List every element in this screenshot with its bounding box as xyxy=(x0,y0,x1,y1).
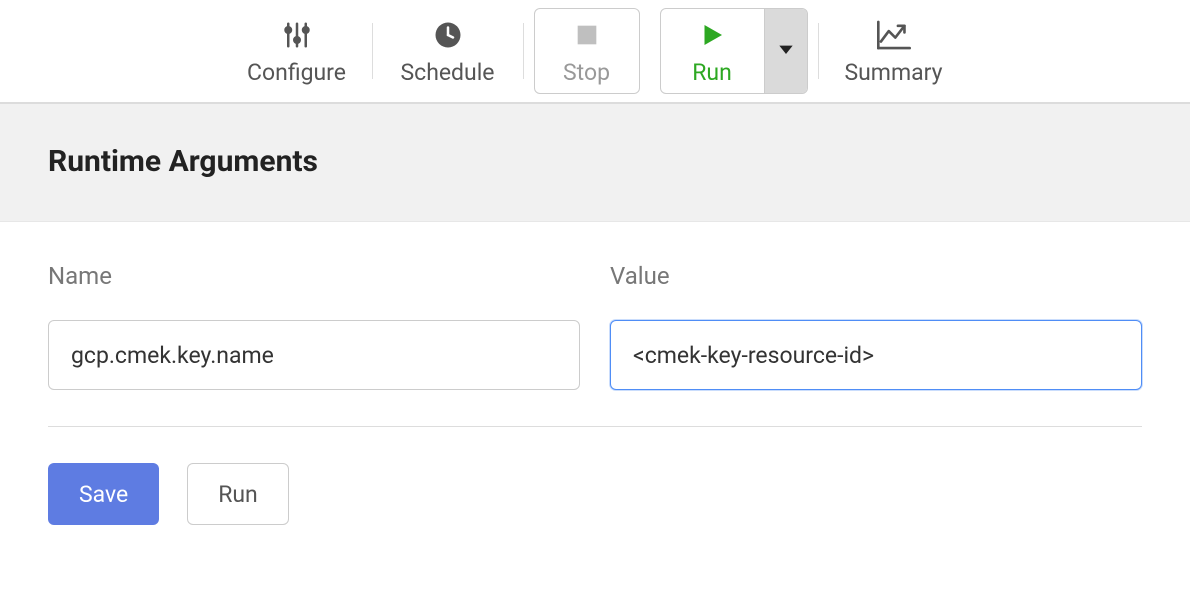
save-button[interactable]: Save xyxy=(48,463,159,525)
schedule-button[interactable]: Schedule xyxy=(373,0,523,102)
stop-button[interactable]: Stop xyxy=(534,8,640,94)
argument-value-input[interactable] xyxy=(610,320,1142,390)
action-row: Save Run xyxy=(48,463,1142,525)
run-action-button[interactable]: Run xyxy=(187,463,289,525)
summary-button[interactable]: Summary xyxy=(819,0,969,102)
value-column-label: Value xyxy=(610,262,1142,290)
form-divider xyxy=(48,426,1142,427)
run-split-button: Run xyxy=(660,8,808,94)
clock-icon xyxy=(433,17,463,53)
toolbar-separator xyxy=(523,23,524,79)
toolbar: Configure Schedule Stop R xyxy=(0,0,1190,104)
run-label: Run xyxy=(692,59,732,86)
configure-label: Configure xyxy=(247,59,346,86)
name-column-label: Name xyxy=(48,262,580,290)
argument-name-input[interactable] xyxy=(48,320,580,390)
save-button-label: Save xyxy=(79,481,128,508)
section-title: Runtime Arguments xyxy=(0,104,1190,222)
chevron-down-icon xyxy=(776,39,796,63)
stop-icon xyxy=(573,17,601,53)
schedule-label: Schedule xyxy=(401,59,495,86)
play-icon xyxy=(697,17,727,53)
stop-label: Stop xyxy=(563,59,610,86)
sliders-icon xyxy=(282,17,312,53)
runtime-arguments-form: Name Value Save Run xyxy=(0,222,1190,525)
run-button[interactable]: Run xyxy=(661,9,764,93)
configure-button[interactable]: Configure xyxy=(222,0,372,102)
run-dropdown-toggle[interactable] xyxy=(764,9,807,93)
run-action-label: Run xyxy=(218,481,258,508)
chart-line-icon xyxy=(877,17,911,53)
summary-label: Summary xyxy=(844,59,942,86)
